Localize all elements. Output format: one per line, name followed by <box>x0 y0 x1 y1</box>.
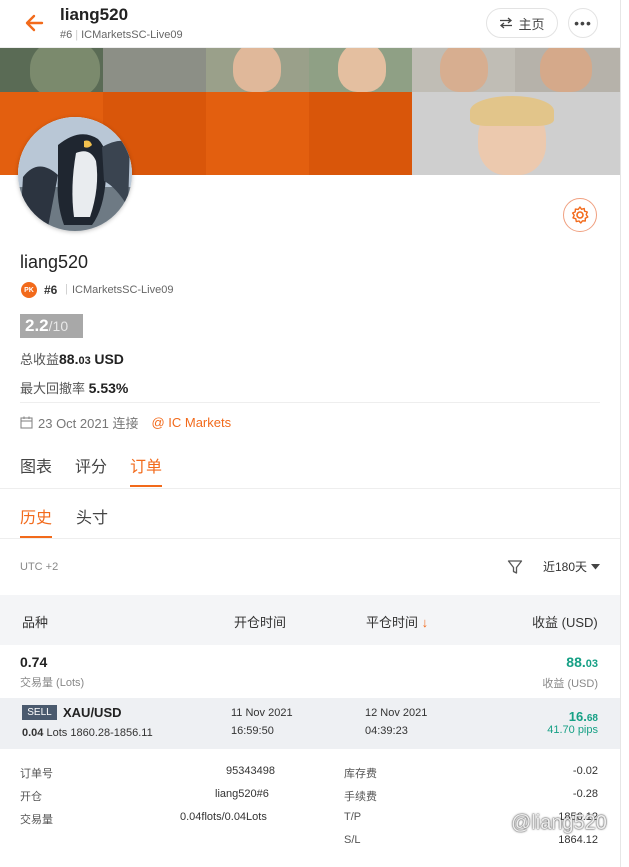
detail-volume-value: 0.04flots/0.04Lots <box>180 811 267 823</box>
detail-open-value: liang520#6 <box>215 788 269 800</box>
summary-profit-dec: 03 <box>585 658 598 670</box>
order-pips: 41.70 pips <box>547 724 598 736</box>
rank-separator: | <box>65 283 68 295</box>
total-profit-unit: USD <box>94 351 124 367</box>
page-title: liang520 <box>60 5 129 24</box>
profile-rank: #6 <box>44 283 58 297</box>
detail-volume-label: 交易量 <box>20 814 53 826</box>
order-subtabs: 历史 头寸 <box>20 504 108 538</box>
more-button[interactable]: ••• <box>568 8 598 38</box>
order-lots-line: 0.04 Lots 1860.28-1856.11 <box>22 727 153 739</box>
weibo-watermark: @liang520 <box>486 812 607 835</box>
detail-commission-label: 手续费 <box>344 791 377 803</box>
tab-rating[interactable]: 评分 <box>75 453 107 477</box>
detail-sl-label: S/L <box>344 834 361 846</box>
back-arrow-icon[interactable] <box>22 10 48 36</box>
filter-icon[interactable] <box>507 559 523 580</box>
summary-profit-label: 收益 (USD) <box>542 678 598 690</box>
header-close-time[interactable]: 平仓时间 ↓ <box>366 612 428 631</box>
table-row[interactable]: XAU/USD 0.04 Lots 1860.28-1856.11 11 Nov… <box>0 698 620 749</box>
header-open-time[interactable]: 开仓时间 <box>234 612 286 631</box>
weibo-logo-icon <box>486 816 507 832</box>
summary-profit-int: 88. <box>566 654 586 670</box>
calendar-icon <box>20 416 33 429</box>
subtab-positions[interactable]: 头寸 <box>76 504 108 528</box>
order-lots-label: Lots <box>46 727 68 739</box>
score-max: /10 <box>48 318 69 334</box>
avatar <box>18 117 132 231</box>
period-value: 近180天 <box>543 560 588 574</box>
main-tabs: 图表 评分 订单 <box>20 453 163 487</box>
connected-date: 23 Oct 2021 连接 <box>38 416 139 431</box>
tabs-divider <box>0 488 620 489</box>
order-profit-int: 16. <box>568 709 587 724</box>
subtabs-divider <box>0 538 620 539</box>
sell-badge: SELL <box>22 705 57 720</box>
order-lots: 0.04 <box>22 727 44 739</box>
summary-volume-label: 交易量 (Lots) <box>20 677 85 689</box>
window-edge <box>620 0 629 867</box>
header-close-time-label: 平仓时间 <box>366 615 419 630</box>
penguin-avatar-image <box>18 117 132 231</box>
header-symbol: 品种 <box>22 615 49 630</box>
order-symbol: XAU/USD <box>63 705 122 720</box>
total-profit-label: 总收益 <box>20 352 60 367</box>
total-profit-int: 88. <box>59 351 79 367</box>
detail-sl-value: 1864.12 <box>558 834 598 846</box>
max-drawdown-label: 最大回撤率 <box>20 381 86 396</box>
more-dots-icon: ••• <box>574 15 592 31</box>
divider <box>20 402 600 403</box>
profile-name: liang520 <box>20 252 89 272</box>
subtab-history[interactable]: 历史 <box>20 504 53 538</box>
broker-link[interactable]: @ IC Markets <box>151 415 231 430</box>
score-badge: 2.2 /10 <box>20 314 83 338</box>
summary-profit: 88.03 <box>566 654 598 672</box>
order-close-time: 04:39:23 <box>365 725 408 737</box>
detail-open-label: 开仓 <box>20 791 42 803</box>
connect-row: 23 Oct 2021 连接 @ IC Markets <box>20 413 231 432</box>
detail-swap-value: -0.02 <box>572 765 598 777</box>
profile-server: ICMarketsSC-Live09 <box>72 284 174 296</box>
order-close-date: 12 Nov 2021 <box>365 707 428 719</box>
total-profit-dec: 03 <box>78 355 91 367</box>
header-profit[interactable]: 收益 (USD) <box>532 612 598 631</box>
switch-arrows-icon <box>500 17 513 29</box>
page-subtitle: #6 | ICMarketsSC-Live09 <box>60 29 183 41</box>
detail-order-no-label: 订单号 <box>20 768 53 780</box>
table-header: 品种 开仓时间 平仓时间 ↓ 收益 (USD) <box>0 595 620 645</box>
score-value: 2.2 <box>25 316 49 335</box>
order-price-range: 1860.28-1856.11 <box>70 727 153 739</box>
tab-chart[interactable]: 图表 <box>20 453 52 477</box>
sort-arrow-icon: ↓ <box>421 615 429 630</box>
total-profit-row: 总收益88.03 USD <box>20 349 124 368</box>
pk-badge-icon: PK <box>21 282 37 298</box>
caret-down-icon <box>591 563 601 569</box>
timezone-label: UTC +2 <box>20 561 59 573</box>
order-open-time: 16:59:50 <box>231 725 274 737</box>
detail-commission-value: -0.28 <box>572 788 598 800</box>
detail-order-no: 95343498 <box>226 765 275 777</box>
order-details: 订单号 95343498 开仓 liang520#6 交易量 0.04flots… <box>0 751 620 861</box>
summary-row: 0.74 交易量 (Lots) 88.03 收益 (USD) <box>0 645 620 698</box>
settings-button[interactable] <box>563 198 597 232</box>
order-profit-dec: 68 <box>586 713 598 724</box>
period-select[interactable]: 近180天 <box>543 558 601 575</box>
home-button[interactable]: 主页 <box>486 8 558 38</box>
rank-label: #6 <box>60 29 73 41</box>
summary-volume: 0.74 <box>20 654 48 670</box>
server-label: ICMarketsSC-Live09 <box>81 29 183 41</box>
max-drawdown-value: 5.53% <box>88 380 129 396</box>
order-open-date: 11 Nov 2021 <box>231 707 293 719</box>
gear-icon <box>571 206 589 224</box>
top-bar: liang520 #6 | ICMarketsSC-Live09 主页 ••• <box>0 0 629 48</box>
watermark-text: @liang520 <box>511 812 607 834</box>
max-drawdown-row: 最大回撤率 5.53% <box>20 378 128 397</box>
detail-swap-label: 库存费 <box>344 768 377 780</box>
home-label: 主页 <box>518 16 545 32</box>
tab-orders[interactable]: 订单 <box>130 453 163 487</box>
detail-tp-label: T/P <box>344 811 362 823</box>
